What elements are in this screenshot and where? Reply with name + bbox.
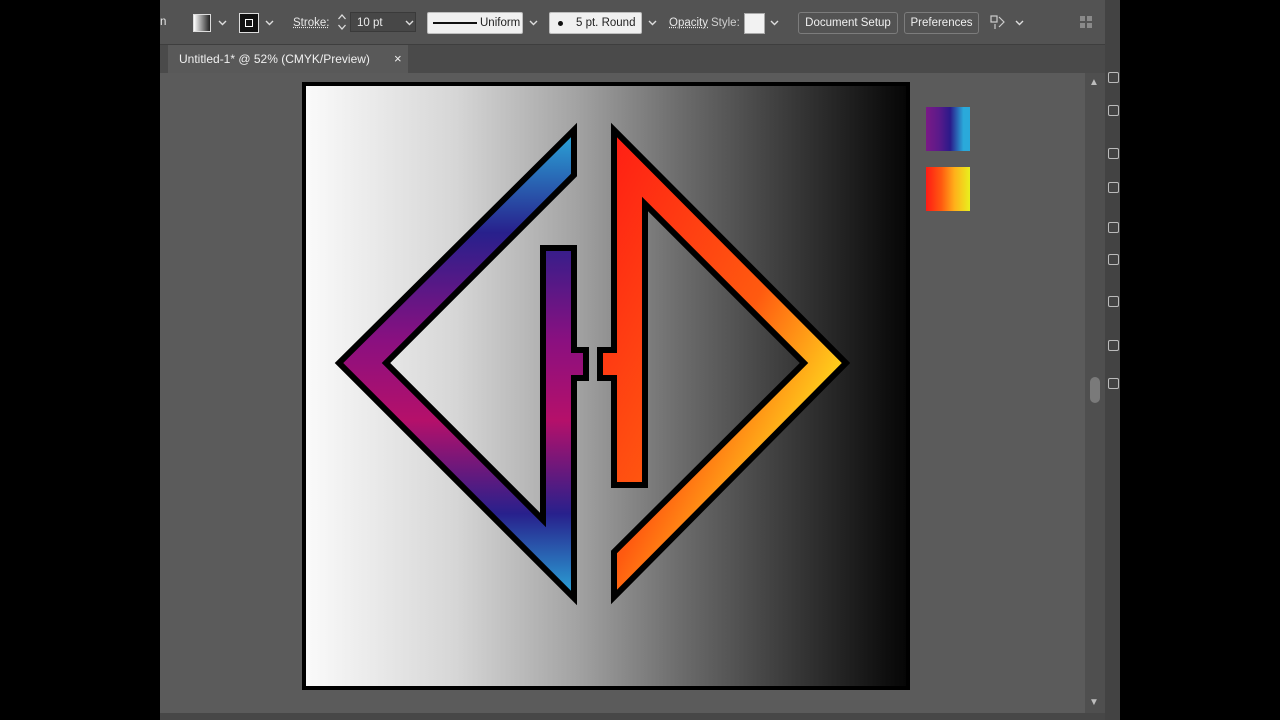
document-setup-button[interactable]: Document Setup (798, 12, 898, 34)
panel-icon[interactable] (1108, 72, 1119, 83)
vertical-scrollbar[interactable]: ▲ ▼ (1085, 73, 1105, 713)
preferences-button[interactable]: Preferences (904, 12, 979, 34)
panel-icon[interactable] (1108, 105, 1119, 116)
left-chevron-shape (334, 122, 589, 606)
profile-line-icon (433, 22, 477, 24)
scroll-down-icon[interactable]: ▼ (1089, 697, 1099, 708)
status-bar (160, 713, 1105, 720)
panel-icon[interactable] (1108, 378, 1119, 389)
panel-icon[interactable] (1108, 222, 1119, 233)
stroke-swatch[interactable] (239, 13, 259, 33)
panel-icon[interactable] (1108, 148, 1119, 159)
brush-definition-dropdown[interactable]: 5 pt. Round (549, 12, 642, 34)
panel-icon[interactable] (1108, 296, 1119, 307)
illustrator-window: n Stroke: 10 pt Uniform 5 pt. Round Opac… (160, 0, 1120, 720)
brush-value: 5 pt. Round (576, 17, 636, 29)
panel-icon[interactable] (1108, 182, 1119, 193)
chevron-down-icon[interactable] (403, 17, 415, 29)
control-bar: n Stroke: 10 pt Uniform 5 pt. Round Opac… (160, 0, 1120, 45)
chevron-down-icon[interactable] (646, 17, 658, 29)
fill-swatch[interactable] (193, 14, 211, 32)
stroke-weight-value: 10 pt (357, 17, 383, 29)
red-yellow-gradient-swatch[interactable] (926, 167, 970, 211)
profile-value: Uniform (480, 17, 521, 29)
opacity-label[interactable]: Opacity (669, 17, 708, 29)
align-to-icon[interactable] (989, 13, 1007, 31)
chevron-down-icon[interactable] (527, 17, 539, 29)
panel-icon[interactable] (1108, 340, 1119, 351)
collapsed-panel-strip (1105, 0, 1120, 720)
brush-dot-icon (558, 21, 563, 26)
scrollbar-thumb[interactable] (1090, 377, 1100, 403)
chevron-down-icon[interactable] (263, 17, 275, 29)
purple-blue-gradient-swatch[interactable] (926, 107, 970, 151)
artboard[interactable] (302, 82, 910, 690)
document-tab-title: Untitled-1* @ 52% (CMYK/Preview) (179, 52, 370, 66)
stroke-weight-stepper[interactable] (337, 12, 347, 32)
canvas-area[interactable] (160, 73, 1085, 713)
chevron-down-icon[interactable] (1013, 17, 1025, 29)
stroke-label[interactable]: Stroke: (293, 17, 329, 29)
panel-edge-glyph: n (160, 16, 167, 28)
panel-icon[interactable] (1108, 254, 1119, 265)
arrange-panels-icon[interactable] (1079, 15, 1093, 29)
logo-artwork[interactable] (306, 86, 906, 686)
style-label: Style: (711, 17, 740, 29)
scroll-up-icon[interactable]: ▲ (1089, 77, 1099, 88)
document-tab[interactable]: Untitled-1* @ 52% (CMYK/Preview) × (168, 45, 408, 73)
document-tab-bar: Untitled-1* @ 52% (CMYK/Preview) × (160, 45, 1120, 73)
close-icon[interactable]: × (394, 45, 402, 73)
graphic-style-swatch[interactable] (744, 13, 765, 34)
right-chevron-shape (597, 122, 851, 605)
variable-width-profile-dropdown[interactable]: Uniform (427, 12, 523, 34)
chevron-down-icon[interactable] (216, 17, 228, 29)
chevron-down-icon[interactable] (768, 17, 780, 29)
